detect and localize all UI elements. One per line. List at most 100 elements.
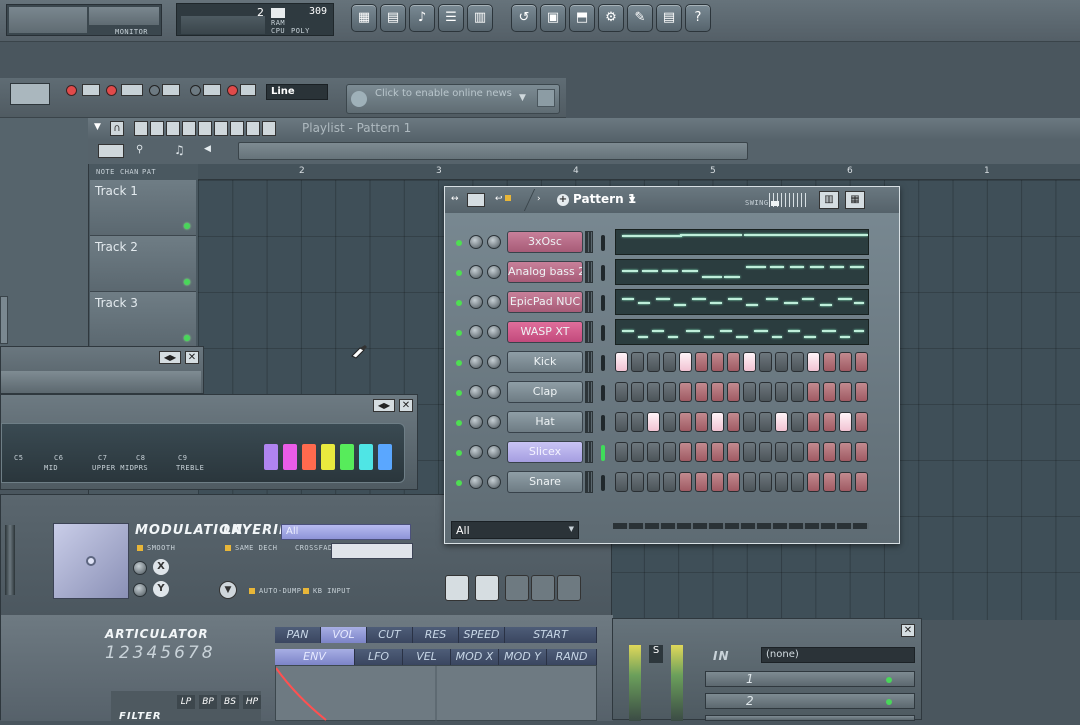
channel-mute-led[interactable]	[456, 300, 462, 306]
paint-tool-icon[interactable]	[150, 121, 164, 136]
eq-band-handle-yellow[interactable]	[321, 444, 335, 470]
scroll-left-icon[interactable]: ◀	[204, 144, 211, 154]
step-button[interactable]	[711, 382, 724, 402]
channel-pan-knob[interactable]	[469, 295, 483, 309]
step-button[interactable]	[791, 352, 804, 372]
playlist-note-icon[interactable]: ♫	[174, 143, 188, 157]
step-button[interactable]	[631, 352, 644, 372]
step-button[interactable]	[647, 472, 660, 492]
tab-res[interactable]: RES	[413, 627, 459, 643]
piano-roll-button[interactable]: ♪	[409, 4, 435, 32]
pattern-dropdown-icon[interactable]: ▼	[629, 195, 635, 204]
playlist-scrollbar[interactable]	[238, 142, 748, 160]
settings-icon[interactable]: ⚙	[598, 4, 624, 32]
rack-next-icon[interactable]: ›	[537, 194, 541, 204]
channel-filter-dropdown-icon[interactable]: ▼	[569, 525, 574, 533]
channel-piano-roll-preview[interactable]	[615, 319, 869, 345]
channel-filter-select[interactable]: All ▼	[451, 521, 579, 539]
step-button[interactable]	[711, 412, 724, 432]
audio-rec-icon[interactable]	[240, 84, 256, 96]
step-button[interactable]	[679, 412, 692, 432]
step-button[interactable]	[615, 352, 628, 372]
layout-button-3[interactable]	[505, 575, 529, 601]
tools-icon[interactable]: ✎	[627, 4, 653, 32]
channel-button[interactable]: 3xOsc	[507, 231, 583, 253]
auto-dump-icon[interactable]: ▼	[219, 581, 237, 599]
mixer-in-select[interactable]: (none)	[761, 647, 915, 663]
playlist-channel-icon[interactable]: ⚲	[136, 144, 158, 158]
eq-band-handle-purple[interactable]	[264, 444, 278, 470]
step-button[interactable]	[663, 472, 676, 492]
step-button[interactable]	[823, 352, 836, 372]
render-icon[interactable]: ⬒	[569, 4, 595, 32]
channel-pan-knob[interactable]	[469, 445, 483, 459]
eq-band-handle-green[interactable]	[340, 444, 354, 470]
eq-band-handle-blue[interactable]	[378, 444, 392, 470]
step-button[interactable]	[695, 412, 708, 432]
layout-button-4[interactable]	[531, 575, 555, 601]
channel-mute-led[interactable]	[456, 480, 462, 486]
step-button[interactable]	[823, 382, 836, 402]
step-button[interactable]	[743, 352, 756, 372]
step-button[interactable]	[679, 472, 692, 492]
tab-speed[interactable]: SPEED	[459, 627, 505, 643]
eq-display[interactable]: C5 C6 C7 C8 C9 MID UPPER MID PRS TREBLE	[1, 423, 405, 483]
step-button[interactable]	[615, 442, 628, 462]
channel-mute-led[interactable]	[456, 390, 462, 396]
step-button[interactable]	[631, 382, 644, 402]
step-button[interactable]	[743, 382, 756, 402]
rack-view-icon[interactable]	[467, 193, 485, 207]
step-button[interactable]	[855, 382, 868, 402]
channel-select-indicator[interactable]	[601, 355, 605, 371]
track-mute-led[interactable]	[184, 279, 190, 285]
step-button[interactable]	[839, 352, 852, 372]
blend-icon[interactable]	[162, 84, 180, 96]
step-button[interactable]	[775, 412, 788, 432]
pattern-add-icon[interactable]: +	[557, 194, 569, 206]
mod-x-button[interactable]: X	[153, 559, 169, 575]
slot-led[interactable]	[886, 677, 892, 683]
keyboard-editor-icon[interactable]: ▦	[845, 191, 865, 209]
step-button[interactable]	[631, 472, 644, 492]
tab-mod-y[interactable]: MOD Y	[499, 649, 547, 665]
step-button[interactable]	[711, 442, 724, 462]
step-button[interactable]	[663, 412, 676, 432]
step-button[interactable]	[663, 442, 676, 462]
step-button[interactable]	[711, 472, 724, 492]
channel-select-indicator[interactable]	[601, 385, 605, 401]
step-button[interactable]	[823, 412, 836, 432]
fx1-close-icon[interactable]: ✕	[185, 351, 199, 364]
channel-select-indicator[interactable]	[601, 445, 605, 461]
mixer-slot-3[interactable]: 3	[705, 715, 915, 721]
save-icon[interactable]: ▣	[540, 4, 566, 32]
channel-select-indicator[interactable]	[601, 265, 605, 281]
eq-band-handle-orange[interactable]	[302, 444, 316, 470]
xy-pad-handle[interactable]	[86, 556, 96, 566]
channel-pan-knob[interactable]	[469, 265, 483, 279]
mixer-button[interactable]: ▥	[467, 4, 493, 32]
eq-band-handle-magenta[interactable]	[283, 444, 297, 470]
channel-volume-knob[interactable]	[487, 355, 501, 369]
synth-slider[interactable]	[5, 525, 15, 595]
step-button[interactable]	[727, 442, 740, 462]
step-button[interactable]	[615, 472, 628, 492]
step-button[interactable]	[791, 472, 804, 492]
channel-volume-knob[interactable]	[487, 325, 501, 339]
delete-tool-icon[interactable]	[166, 121, 180, 136]
channel-button[interactable]: EpicPad NUC	[507, 291, 583, 313]
mixer-close-icon[interactable]: ✕	[901, 624, 915, 637]
channel-piano-roll-preview[interactable]	[615, 229, 869, 255]
channel-volume-knob[interactable]	[487, 385, 501, 399]
metronome-icon[interactable]	[82, 84, 100, 96]
track-mute-led[interactable]	[184, 223, 190, 229]
step-sequencer-button[interactable]: ▤	[380, 4, 406, 32]
step-button[interactable]	[647, 412, 660, 432]
channel-select-indicator[interactable]	[601, 235, 605, 251]
playlist-window-button[interactable]: ▦	[351, 4, 377, 32]
step-button[interactable]	[743, 412, 756, 432]
draw-tool-icon[interactable]	[134, 121, 148, 136]
countdown-icon[interactable]	[121, 84, 143, 96]
step-button[interactable]	[647, 352, 660, 372]
step-button[interactable]	[839, 472, 852, 492]
channel-button[interactable]: WASP XT	[507, 321, 583, 343]
